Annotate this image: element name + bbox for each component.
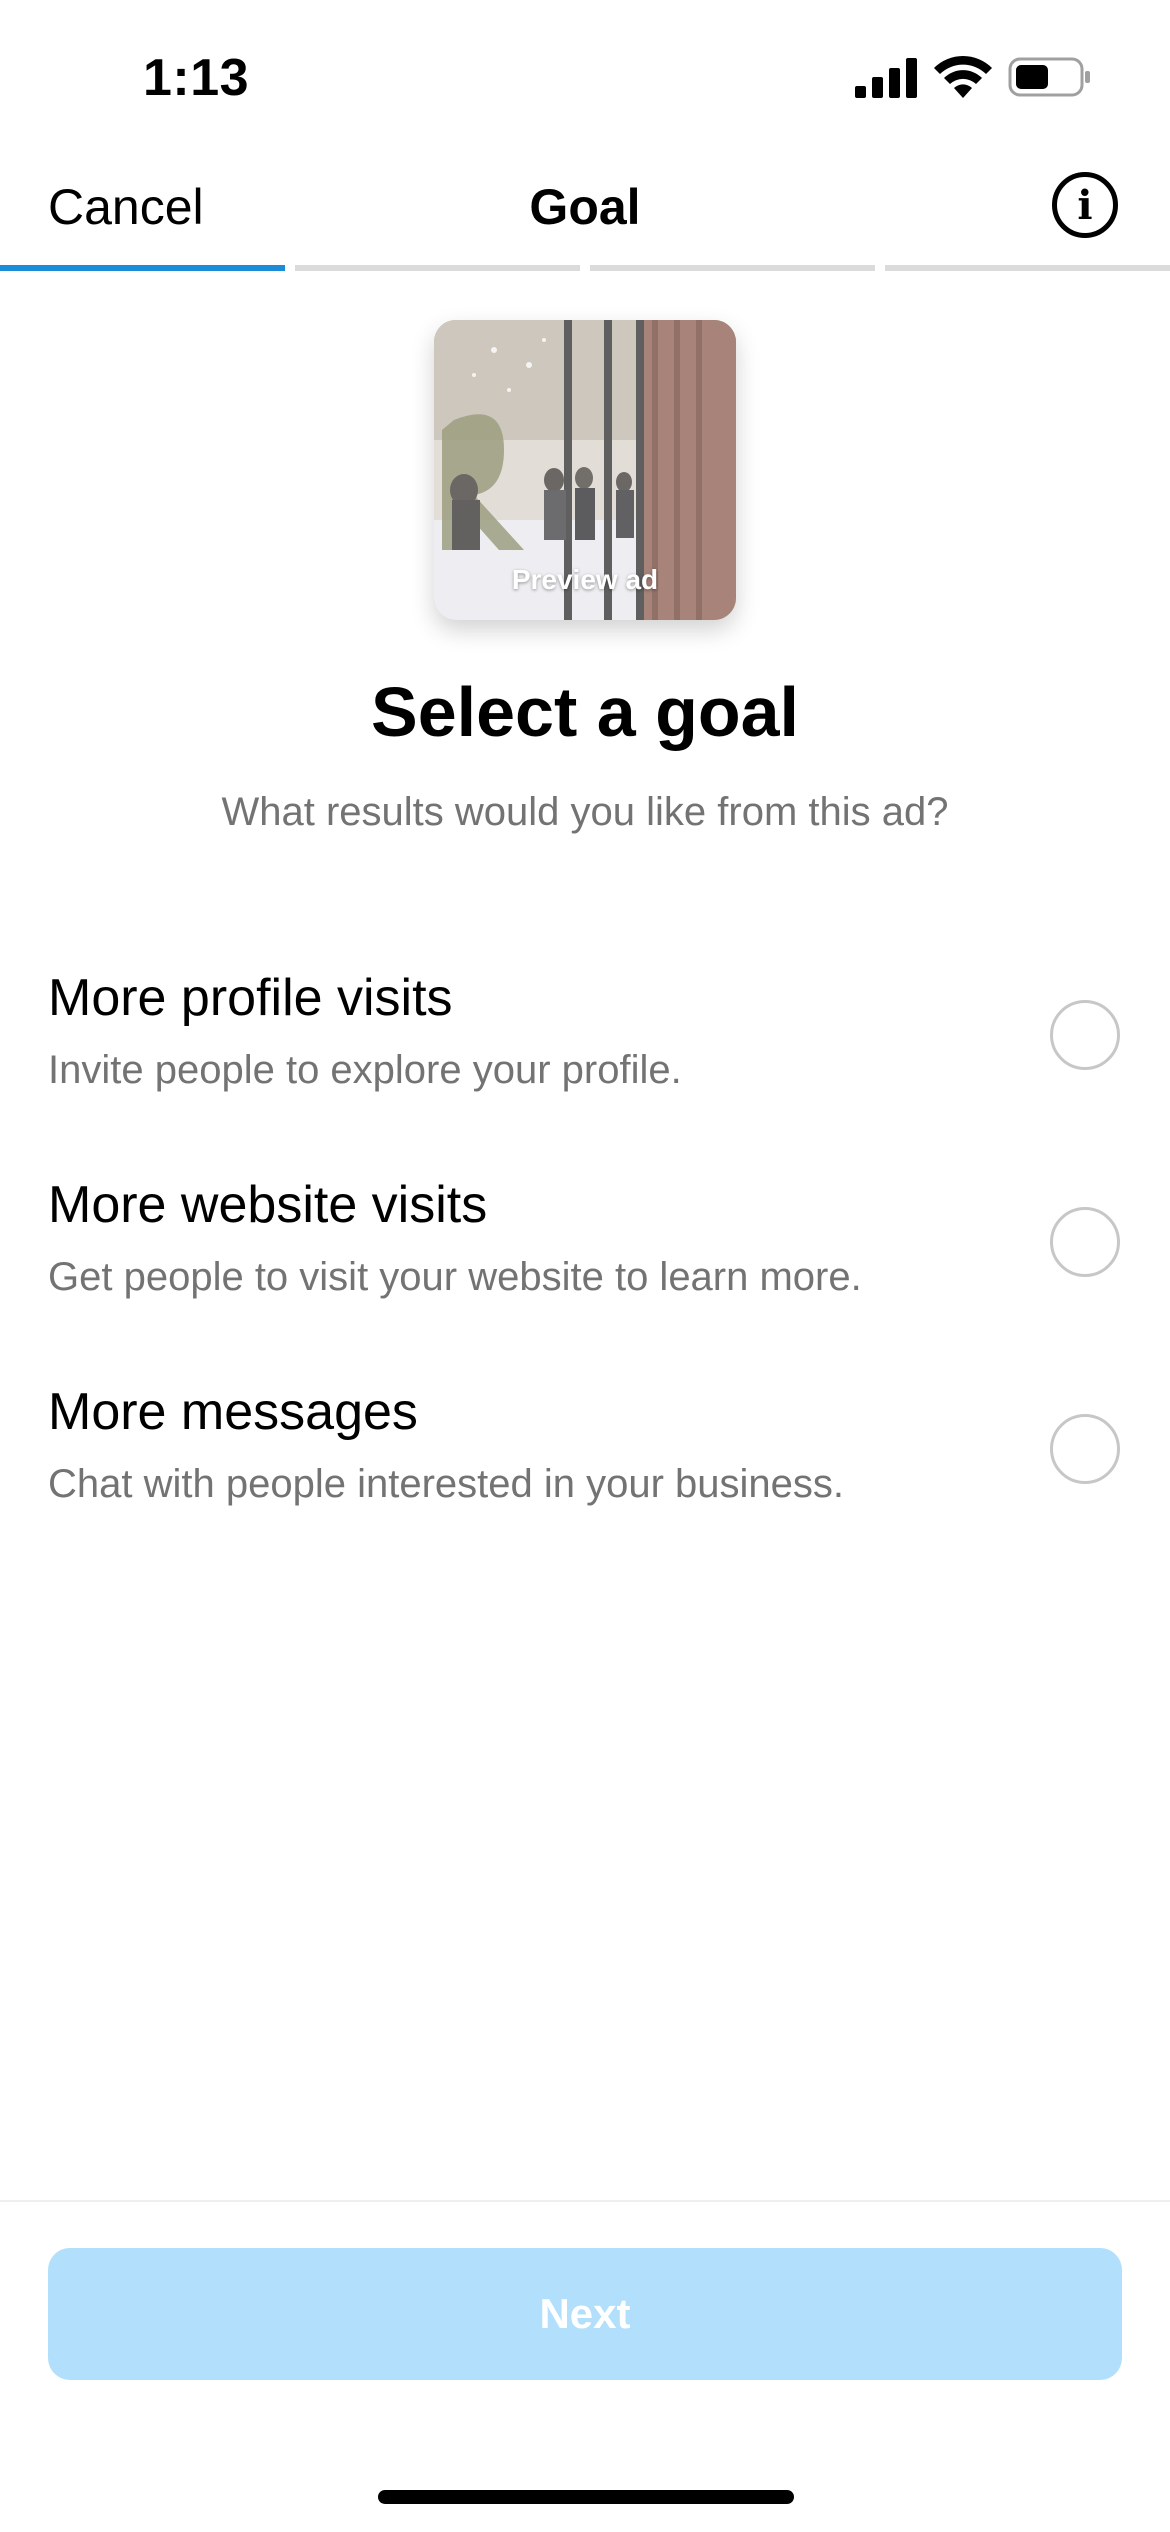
option-description: Invite people to explore your profile. (48, 1048, 682, 1092)
option-description: Get people to visit your website to lear… (48, 1255, 862, 1299)
battery-icon (1008, 57, 1090, 97)
step-progress-bar (0, 265, 1170, 273)
home-indicator (378, 2490, 794, 2504)
goal-option-website-visits[interactable]: More website visits Get people to visit … (0, 1175, 1170, 1365)
cellular-signal-icon (855, 58, 917, 98)
option-title: More profile visits (48, 969, 453, 1027)
goal-option-profile-visits[interactable]: More profile visits Invite people to exp… (0, 968, 1170, 1158)
page-subtitle: What results would you like from this ad… (221, 790, 949, 834)
progress-step-2 (295, 265, 580, 271)
option-title: More messages (48, 1383, 418, 1441)
ad-preview-thumbnail[interactable]: Preview ad (434, 320, 736, 620)
footer-divider (0, 2200, 1170, 2202)
progress-step-1 (0, 265, 285, 271)
status-time: 1:13 (143, 49, 250, 107)
next-button[interactable]: Next (48, 2248, 1122, 2380)
option-description: Chat with people interested in your busi… (48, 1462, 845, 1506)
info-icon[interactable]: i (1052, 172, 1118, 238)
status-bar: 1:13 (0, 0, 1170, 150)
page-header-title: Goal (529, 179, 641, 235)
radio-button[interactable] (1050, 1207, 1120, 1277)
progress-step-3 (590, 265, 875, 271)
header: Cancel Goal i (0, 150, 1170, 268)
preview-ad-label: Preview ad (511, 564, 659, 595)
option-title: More website visits (48, 1176, 488, 1234)
progress-step-4 (885, 265, 1170, 271)
radio-button[interactable] (1050, 1414, 1120, 1484)
goal-option-messages[interactable]: More messages Chat with people intereste… (0, 1382, 1170, 1572)
page-title: Select a goal (371, 673, 799, 751)
radio-button[interactable] (1050, 1000, 1120, 1070)
wifi-icon (934, 55, 992, 98)
screen: 1:13 Cancel Goal i Preview ad Select a g… (0, 0, 1170, 2532)
